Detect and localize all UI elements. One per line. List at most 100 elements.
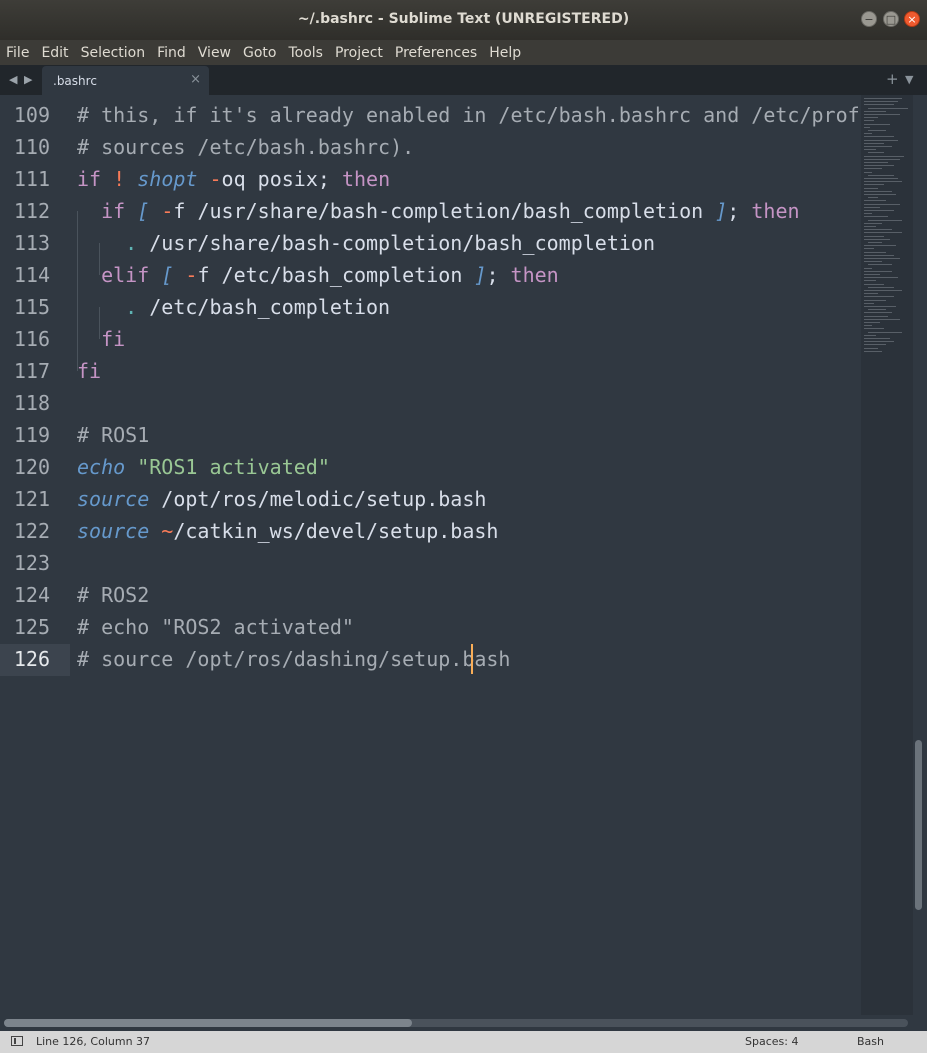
code-token: - — [209, 167, 222, 191]
minimap-line — [864, 200, 886, 202]
menu-selection[interactable]: Selection — [75, 45, 152, 61]
minimap-line — [864, 290, 902, 291]
line-number-gutter: 109 110 111 112 113 114 115 116 117 118 119 120 121 1… — [0, 95, 70, 1015]
minimap-line — [864, 238, 890, 240]
tab-bashrc[interactable]: .bashrc × — [42, 66, 209, 95]
code-line: elif [ -f /etc/bash_completion ]; then — [77, 259, 559, 291]
minimap-line — [868, 331, 902, 333]
code-token: fi — [101, 327, 126, 351]
code-token: if — [77, 167, 102, 191]
minimap-line — [864, 149, 876, 151]
minimap-line — [868, 174, 894, 176]
code-token: - — [161, 199, 174, 223]
code-line: fi — [77, 355, 101, 387]
minimap-line — [868, 309, 886, 311]
menu-edit[interactable]: Edit — [35, 45, 74, 61]
minimap-line — [864, 171, 872, 173]
minimap-line — [864, 142, 884, 144]
minimap-line — [868, 242, 882, 243]
code-token: ; — [727, 199, 752, 223]
line-number: 117 — [13, 359, 50, 383]
line-number: 125 — [13, 615, 50, 639]
horizontal-scroll-thumb[interactable] — [4, 1019, 412, 1027]
minimize-button[interactable]: − — [861, 11, 877, 27]
minimap-line — [864, 350, 882, 352]
code-token: ] — [715, 199, 728, 223]
minimap-line — [864, 216, 888, 218]
code-line: if ! shopt -oq posix; then — [77, 163, 390, 195]
code-line: # echo "ROS2 activated" — [77, 611, 354, 643]
minimap-line — [864, 210, 894, 211]
cursor-position: Line 126, Column 37 — [36, 1035, 151, 1048]
menu-preferences[interactable]: Preferences — [389, 45, 483, 61]
tab-menu-icon[interactable]: ▼ — [905, 73, 913, 86]
menu-find[interactable]: Find — [151, 45, 192, 61]
minimap-line — [864, 299, 886, 301]
code-token: /opt/ros/melodic/setup.bash — [149, 487, 487, 511]
panel-toggle-icon[interactable] — [11, 1036, 23, 1046]
minimap-line — [864, 338, 890, 339]
minimap-line — [864, 123, 890, 125]
close-window-button[interactable]: × — [904, 11, 920, 27]
minimap-line — [864, 341, 894, 343]
tab-next-icon[interactable]: ▶ — [24, 73, 32, 86]
code-token: # ROS1 — [77, 423, 150, 447]
minimap-line — [864, 258, 900, 259]
text-caret — [471, 644, 473, 674]
minimap-line — [864, 312, 892, 314]
menu-view[interactable]: View — [192, 45, 237, 61]
line-number: 118 — [13, 391, 50, 415]
code-token: . — [125, 231, 138, 255]
minimap-line — [864, 280, 876, 282]
tab-prev-icon[interactable]: ◀ — [9, 73, 17, 86]
menu-goto[interactable]: Goto — [237, 45, 282, 61]
code-token: ! — [113, 167, 126, 191]
line-number: 120 — [13, 455, 50, 479]
code-token: /catkin_ws/devel/setup.bash — [173, 519, 499, 543]
code-token: fi — [77, 359, 102, 383]
tab-close-icon[interactable]: × — [190, 72, 201, 87]
minimap-line — [864, 229, 892, 231]
minimap-line — [864, 347, 878, 349]
line-number: 111 — [13, 167, 50, 191]
line-number: 110 — [13, 135, 50, 159]
code-line: source /opt/ros/melodic/setup.bash — [77, 483, 486, 515]
vertical-scroll-thumb[interactable] — [915, 740, 922, 910]
menu-help[interactable]: Help — [483, 45, 527, 61]
minimap-line — [868, 286, 894, 288]
minimap[interactable] — [861, 95, 913, 1015]
code-token: # ROS2 — [77, 583, 150, 607]
indentation-setting[interactable]: Spaces: 4 — [745, 1035, 798, 1048]
title-bar: ~/.bashrc - Sublime Text (UNREGISTERED) … — [0, 0, 927, 40]
line-number: 126 — [13, 647, 50, 671]
menu-file[interactable]: File — [0, 45, 35, 61]
minimap-line — [864, 232, 902, 234]
new-tab-icon[interactable]: + — [886, 70, 899, 88]
minimap-line — [864, 277, 898, 279]
line-number: 112 — [13, 199, 50, 223]
minimap-line — [864, 274, 880, 275]
maximize-button[interactable]: □ — [883, 11, 899, 27]
tab-label: .bashrc — [53, 74, 97, 88]
syntax-selector[interactable]: Bash — [857, 1035, 884, 1048]
menu-project[interactable]: Project — [329, 45, 389, 61]
code-token: /usr/share/bash-completion/bash_completi… — [137, 231, 655, 255]
code-token: f /etc/bash_completion — [197, 263, 475, 287]
minimap-line — [864, 328, 884, 330]
code-token: ] — [474, 263, 487, 287]
menu-tools[interactable]: Tools — [282, 45, 329, 61]
minimap-line — [864, 158, 900, 160]
minimap-line — [864, 139, 898, 141]
code-editor[interactable]: # this, if it's already enabled in /etc/… — [77, 95, 896, 1015]
minimap-line — [868, 264, 892, 266]
code-line: source ~/catkin_ws/devel/setup.bash — [77, 515, 498, 547]
line-number: 115 — [13, 295, 50, 319]
menu-bar: File Edit Selection Find View Goto Tools… — [0, 40, 927, 65]
